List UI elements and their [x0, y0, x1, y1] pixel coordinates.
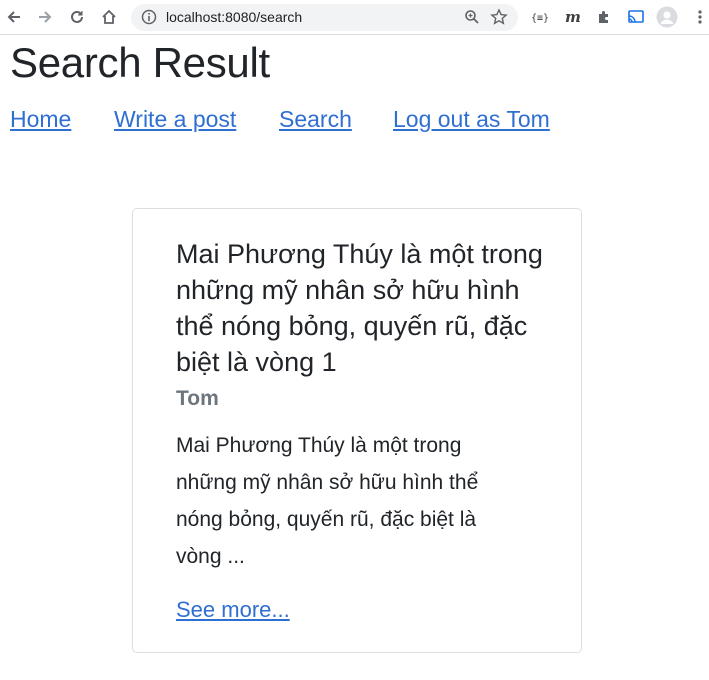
- extensions-puzzle-icon[interactable]: [593, 6, 615, 28]
- address-bar[interactable]: localhost:8080/search: [131, 4, 518, 31]
- post-author: Tom: [176, 387, 219, 410]
- search-result-card: Mai Phương Thúy là một trong những mỹ nh…: [132, 208, 582, 653]
- nav-link-search[interactable]: Search: [279, 104, 352, 134]
- home-icon: [102, 9, 116, 24]
- home-button[interactable]: [98, 6, 120, 28]
- m-extension-icon[interactable]: m: [562, 6, 584, 28]
- json-extension-icon[interactable]: {≡}: [529, 6, 551, 28]
- nav-link-write-post[interactable]: Write a post: [114, 104, 236, 134]
- menu-kebab-icon[interactable]: [689, 6, 709, 28]
- reload-button[interactable]: [66, 6, 88, 28]
- cast-icon[interactable]: [625, 6, 647, 28]
- svg-text:{≡}: {≡}: [531, 13, 549, 24]
- see-more-link[interactable]: See more...: [176, 595, 290, 625]
- reload-icon: [71, 10, 83, 23]
- forward-button[interactable]: [34, 6, 56, 28]
- info-icon[interactable]: [141, 9, 157, 30]
- post-excerpt: Mai Phương Thúy là một trong những mỹ nh…: [176, 434, 479, 568]
- bookmark-star-icon[interactable]: [490, 8, 508, 31]
- nav-link-home[interactable]: Home: [10, 104, 71, 134]
- page-title: Search Result: [10, 39, 270, 86]
- profile-avatar-icon[interactable]: [656, 6, 678, 28]
- browser-toolbar: localhost:8080/search {≡} m: [0, 0, 709, 35]
- forward-arrow-icon: [39, 11, 52, 23]
- zoom-icon[interactable]: [464, 9, 480, 30]
- svg-text:m: m: [565, 9, 581, 25]
- back-arrow-icon: [7, 11, 20, 23]
- post-title: Mai Phương Thúy là một trong những mỹ nh…: [176, 239, 543, 377]
- nav-link-logout[interactable]: Log out as Tom: [393, 104, 550, 134]
- url-text[interactable]: localhost:8080/search: [166, 9, 302, 25]
- back-button[interactable]: [3, 6, 25, 28]
